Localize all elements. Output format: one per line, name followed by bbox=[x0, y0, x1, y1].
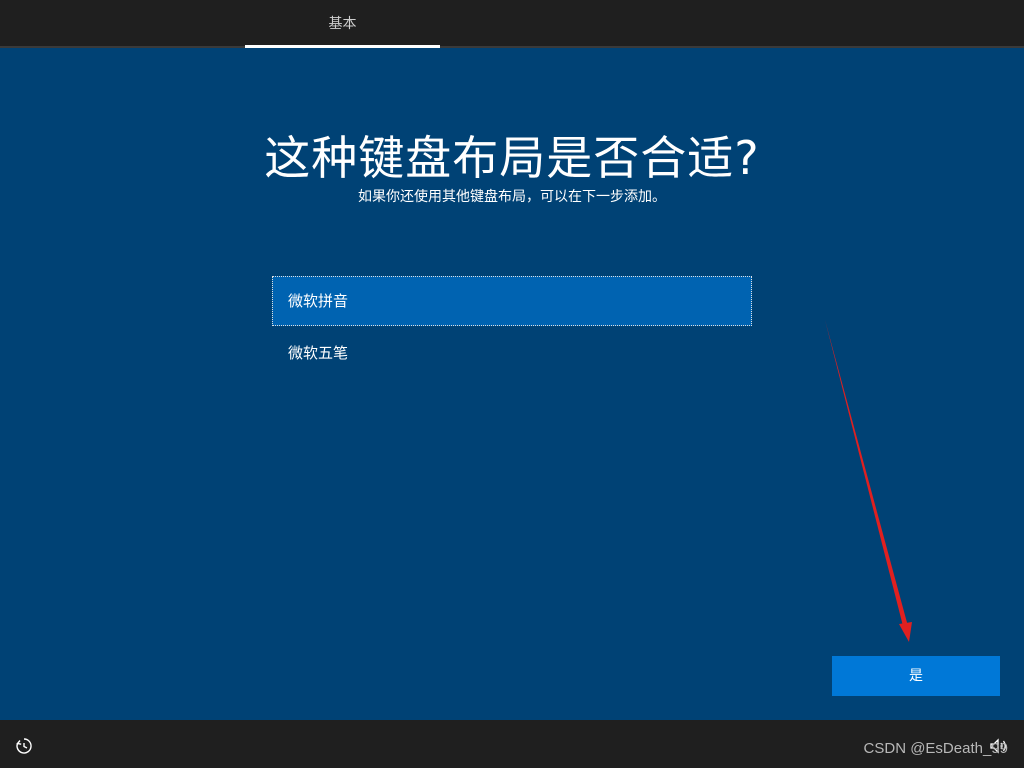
ease-of-access-icon[interactable] bbox=[14, 736, 34, 756]
layout-item-microsoft-wubi[interactable]: 微软五笔 bbox=[272, 328, 752, 378]
page-title: 这种键盘布局是否合适? bbox=[264, 131, 760, 185]
watermark: CSDN @EsDeath_99 bbox=[863, 740, 1008, 757]
layout-item-microsoft-pinyin[interactable]: 微软拼音 bbox=[272, 276, 752, 326]
top-bar: 基本 bbox=[0, 0, 1024, 48]
keyboard-layout-list: 微软拼音 微软五笔 bbox=[272, 276, 752, 378]
page-subtitle: 如果你还使用其他键盘布局，可以在下一步添加。 bbox=[358, 189, 666, 205]
main-panel: 这种键盘布局是否合适? 如果你还使用其他键盘布局，可以在下一步添加。 微软拼音 … bbox=[0, 48, 1024, 720]
tab-basics[interactable]: 基本 bbox=[245, 0, 440, 46]
yes-button[interactable]: 是 bbox=[832, 656, 1000, 696]
